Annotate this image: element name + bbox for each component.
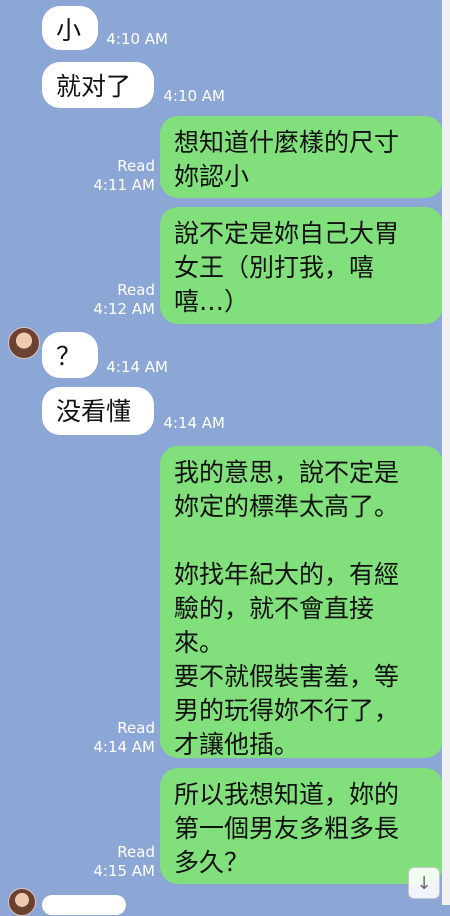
scroll-to-bottom-button[interactable]: ↓ [408, 867, 440, 899]
message-status-7: Read 4:14 AM [93, 719, 155, 756]
message-bubble-6[interactable]: 没看懂 [42, 387, 154, 435]
message-bubble-2[interactable]: 就对了 [42, 62, 154, 108]
message-bubble-partial [42, 895, 126, 915]
message-time-2: 4:10 AM [163, 87, 225, 105]
message-bubble-4[interactable]: 說不定是妳自己大胃 女王（別打我，嘻 嘻…） [160, 207, 443, 324]
arrow-down-icon: ↓ [416, 872, 432, 894]
message-bubble-8[interactable]: 所以我想知道，妳的 第一個男友多粗多長 多久？ [160, 768, 443, 884]
message-bubble-7[interactable]: 我的意思，說不定是 妳定的標準太高了。 妳找年紀大的，有經 驗的，就不會直接 來… [160, 446, 443, 759]
message-time-6: 4:14 AM [163, 414, 225, 432]
contact-avatar-icon [8, 888, 36, 916]
message-status-8: Read 4:15 AM [93, 843, 155, 880]
message-time-5: 4:14 AM [106, 358, 168, 376]
contact-avatar-icon[interactable] [8, 327, 40, 359]
window-edge [442, 0, 450, 905]
message-bubble-5[interactable]: ？ [42, 332, 98, 378]
message-status-3: Read 4:11 AM [93, 157, 155, 194]
message-bubble-1[interactable]: 小 [42, 6, 98, 50]
message-bubble-3[interactable]: 想知道什麼樣的尺寸 妳認小 [160, 116, 443, 198]
chat-thread: 小 4:10 AM 就对了 4:10 AM Read 4:11 AM 想知道什麼… [0, 0, 450, 916]
message-time-1: 4:10 AM [106, 30, 168, 48]
message-status-4: Read 4:12 AM [93, 281, 155, 318]
